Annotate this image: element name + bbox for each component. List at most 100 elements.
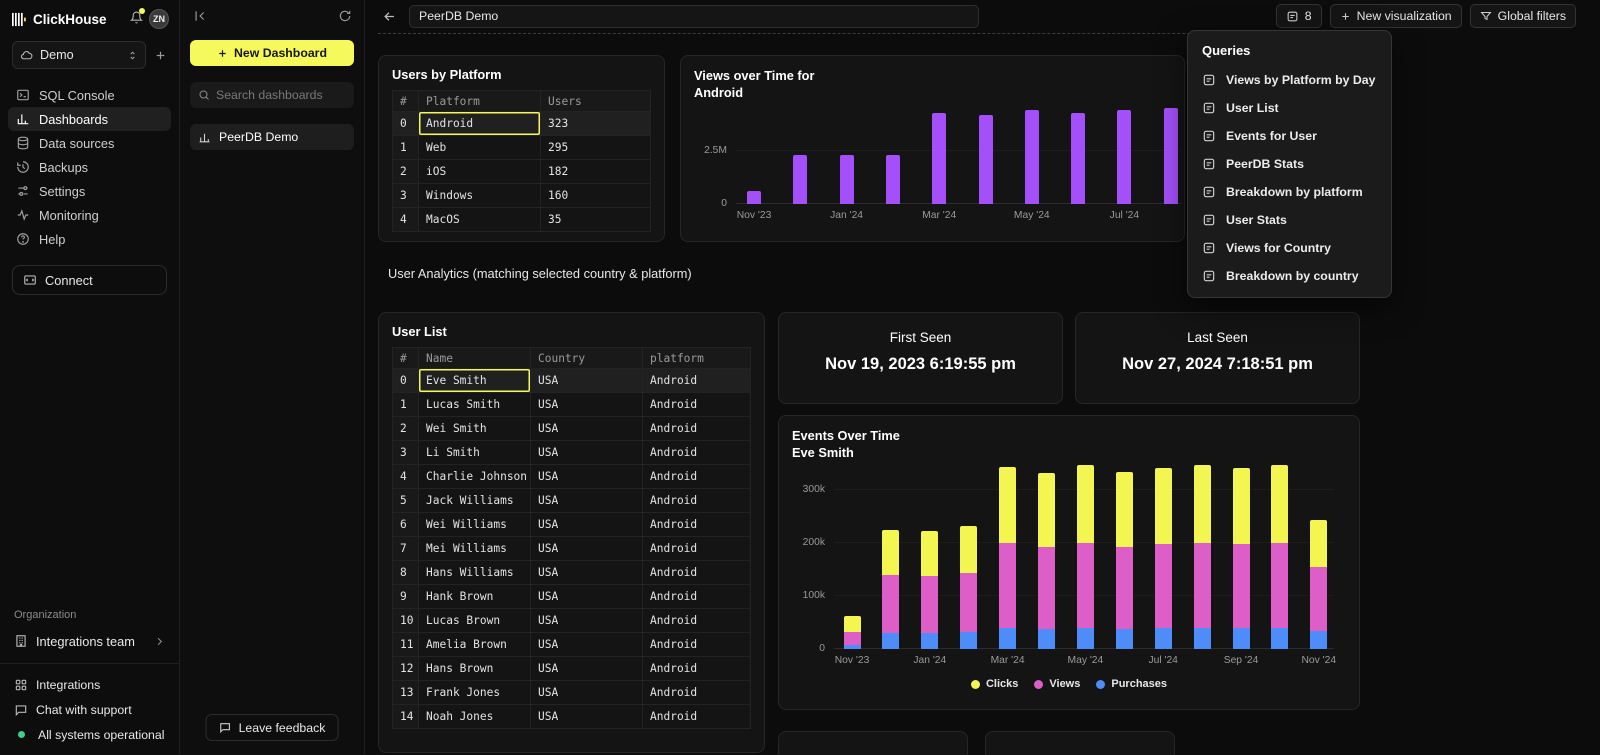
- organization-team-item[interactable]: Integrations team: [0, 627, 179, 655]
- table-cell[interactable]: Android: [643, 441, 751, 465]
- sidebar-item-sql-console[interactable]: SQL Console: [8, 83, 171, 107]
- add-service-button[interactable]: [154, 49, 167, 62]
- table-cell[interactable]: Wei Smith: [419, 417, 531, 441]
- new-dashboard-button[interactable]: New Dashboard: [190, 40, 354, 66]
- table-cell[interactable]: Android: [643, 417, 751, 441]
- table-cell[interactable]: Hans Williams: [419, 561, 531, 585]
- table-cell[interactable]: Hank Brown: [419, 585, 531, 609]
- sidebar-item-help[interactable]: Help: [8, 227, 171, 251]
- system-status-item[interactable]: All systems operational: [0, 722, 179, 747]
- table-cell[interactable]: Frank Jones: [419, 681, 531, 705]
- table-cell[interactable]: Android: [643, 393, 751, 417]
- table-cell[interactable]: 35: [541, 208, 651, 232]
- queries-menu-item[interactable]: Breakdown by country: [1188, 262, 1391, 290]
- back-button[interactable]: [377, 4, 401, 28]
- legend-item[interactable]: Purchases: [1096, 678, 1167, 690]
- table-cell[interactable]: Android: [643, 369, 751, 393]
- table-cell[interactable]: Android: [643, 633, 751, 657]
- sidebar-item-dashboards[interactable]: Dashboards: [8, 107, 171, 131]
- table-cell[interactable]: 295: [541, 136, 651, 160]
- search-dashboards-input[interactable]: [216, 88, 346, 102]
- table-cell[interactable]: Windows: [419, 184, 541, 208]
- table-cell[interactable]: USA: [531, 633, 643, 657]
- new-visualization-button[interactable]: New visualization: [1330, 4, 1462, 28]
- queries-menu-item[interactable]: User List: [1188, 94, 1391, 122]
- table-cell[interactable]: Lucas Brown: [419, 609, 531, 633]
- table-cell[interactable]: Mei Williams: [419, 537, 531, 561]
- table-cell[interactable]: Android: [643, 705, 751, 729]
- table-cell[interactable]: USA: [531, 465, 643, 489]
- sidebar-item-monitoring[interactable]: Monitoring: [8, 203, 171, 227]
- table-cell[interactable]: Wei Williams: [419, 513, 531, 537]
- column-header[interactable]: #: [393, 348, 419, 369]
- table-cell[interactable]: USA: [531, 369, 643, 393]
- sidebar-item-backups[interactable]: Backups: [8, 155, 171, 179]
- table-cell[interactable]: USA: [531, 489, 643, 513]
- column-header[interactable]: platform: [643, 348, 751, 369]
- queries-menu-item[interactable]: Breakdown by platform: [1188, 178, 1391, 206]
- table-cell[interactable]: USA: [531, 393, 643, 417]
- table-cell[interactable]: Android: [643, 489, 751, 513]
- table-cell[interactable]: Jack Williams: [419, 489, 531, 513]
- table-cell[interactable]: MacOS: [419, 208, 541, 232]
- table-cell[interactable]: Android: [643, 465, 751, 489]
- table-cell[interactable]: USA: [531, 537, 643, 561]
- leave-feedback-button[interactable]: Leave feedback: [206, 714, 339, 741]
- table-cell[interactable]: USA: [531, 681, 643, 705]
- table-cell[interactable]: Web: [419, 136, 541, 160]
- queries-menu-item[interactable]: Events for User: [1188, 122, 1391, 150]
- refresh-icon[interactable]: [338, 9, 352, 23]
- legend-item[interactable]: Views: [1034, 678, 1080, 690]
- table-cell[interactable]: Lucas Smith: [419, 393, 531, 417]
- table-cell[interactable]: Charlie Johnson: [419, 465, 531, 489]
- collapse-panel-icon[interactable]: [192, 9, 206, 23]
- table-cell[interactable]: Android: [643, 513, 751, 537]
- dashboard-list-item[interactable]: PeerDB Demo: [190, 124, 354, 150]
- column-header[interactable]: Users: [541, 91, 651, 112]
- chat-with-support-item[interactable]: Chat with support: [0, 697, 179, 722]
- notifications-button[interactable]: [130, 11, 143, 27]
- table-cell[interactable]: Li Smith: [419, 441, 531, 465]
- table-cell[interactable]: USA: [531, 609, 643, 633]
- queries-menu-item[interactable]: PeerDB Stats: [1188, 150, 1391, 178]
- table-cell[interactable]: Eve Smith: [419, 369, 531, 393]
- column-header[interactable]: Country: [531, 348, 643, 369]
- legend-item[interactable]: Clicks: [971, 678, 1018, 690]
- column-header[interactable]: Platform: [419, 91, 541, 112]
- queries-menu-item[interactable]: Views for Country: [1188, 234, 1391, 262]
- table-cell[interactable]: iOS: [419, 160, 541, 184]
- table-cell[interactable]: USA: [531, 561, 643, 585]
- table-cell[interactable]: Android: [419, 112, 541, 136]
- table-cell[interactable]: Android: [643, 657, 751, 681]
- table-cell[interactable]: Android: [643, 681, 751, 705]
- avatar[interactable]: ZN: [149, 9, 169, 29]
- sidebar-item-data-sources[interactable]: Data sources: [8, 131, 171, 155]
- dashboard-title-input[interactable]: [409, 5, 979, 28]
- integrations-item[interactable]: Integrations: [0, 672, 179, 697]
- table-cell[interactable]: USA: [531, 417, 643, 441]
- table-cell[interactable]: Amelia Brown: [419, 633, 531, 657]
- queries-menu-item[interactable]: User Stats: [1188, 206, 1391, 234]
- queries-count-button[interactable]: 8: [1276, 4, 1322, 28]
- table-cell[interactable]: 323: [541, 112, 651, 136]
- table-cell[interactable]: Android: [643, 561, 751, 585]
- table-cell[interactable]: USA: [531, 705, 643, 729]
- table-cell[interactable]: Android: [643, 585, 751, 609]
- sidebar-item-settings[interactable]: Settings: [8, 179, 171, 203]
- global-filters-button[interactable]: Global filters: [1470, 4, 1576, 28]
- table-cell[interactable]: USA: [531, 513, 643, 537]
- table-cell[interactable]: USA: [531, 585, 643, 609]
- column-header[interactable]: #: [393, 91, 419, 112]
- table-cell[interactable]: USA: [531, 657, 643, 681]
- table-cell[interactable]: Noah Jones: [419, 705, 531, 729]
- connect-button[interactable]: Connect: [12, 265, 167, 295]
- table-cell[interactable]: 182: [541, 160, 651, 184]
- table-cell[interactable]: 160: [541, 184, 651, 208]
- table-cell[interactable]: USA: [531, 441, 643, 465]
- service-selector[interactable]: Demo: [12, 41, 146, 69]
- queries-menu-item[interactable]: Views by Platform by Day: [1188, 66, 1391, 94]
- column-header[interactable]: Name: [419, 348, 531, 369]
- table-cell[interactable]: Android: [643, 609, 751, 633]
- table-cell[interactable]: Hans Brown: [419, 657, 531, 681]
- table-cell[interactable]: Android: [643, 537, 751, 561]
